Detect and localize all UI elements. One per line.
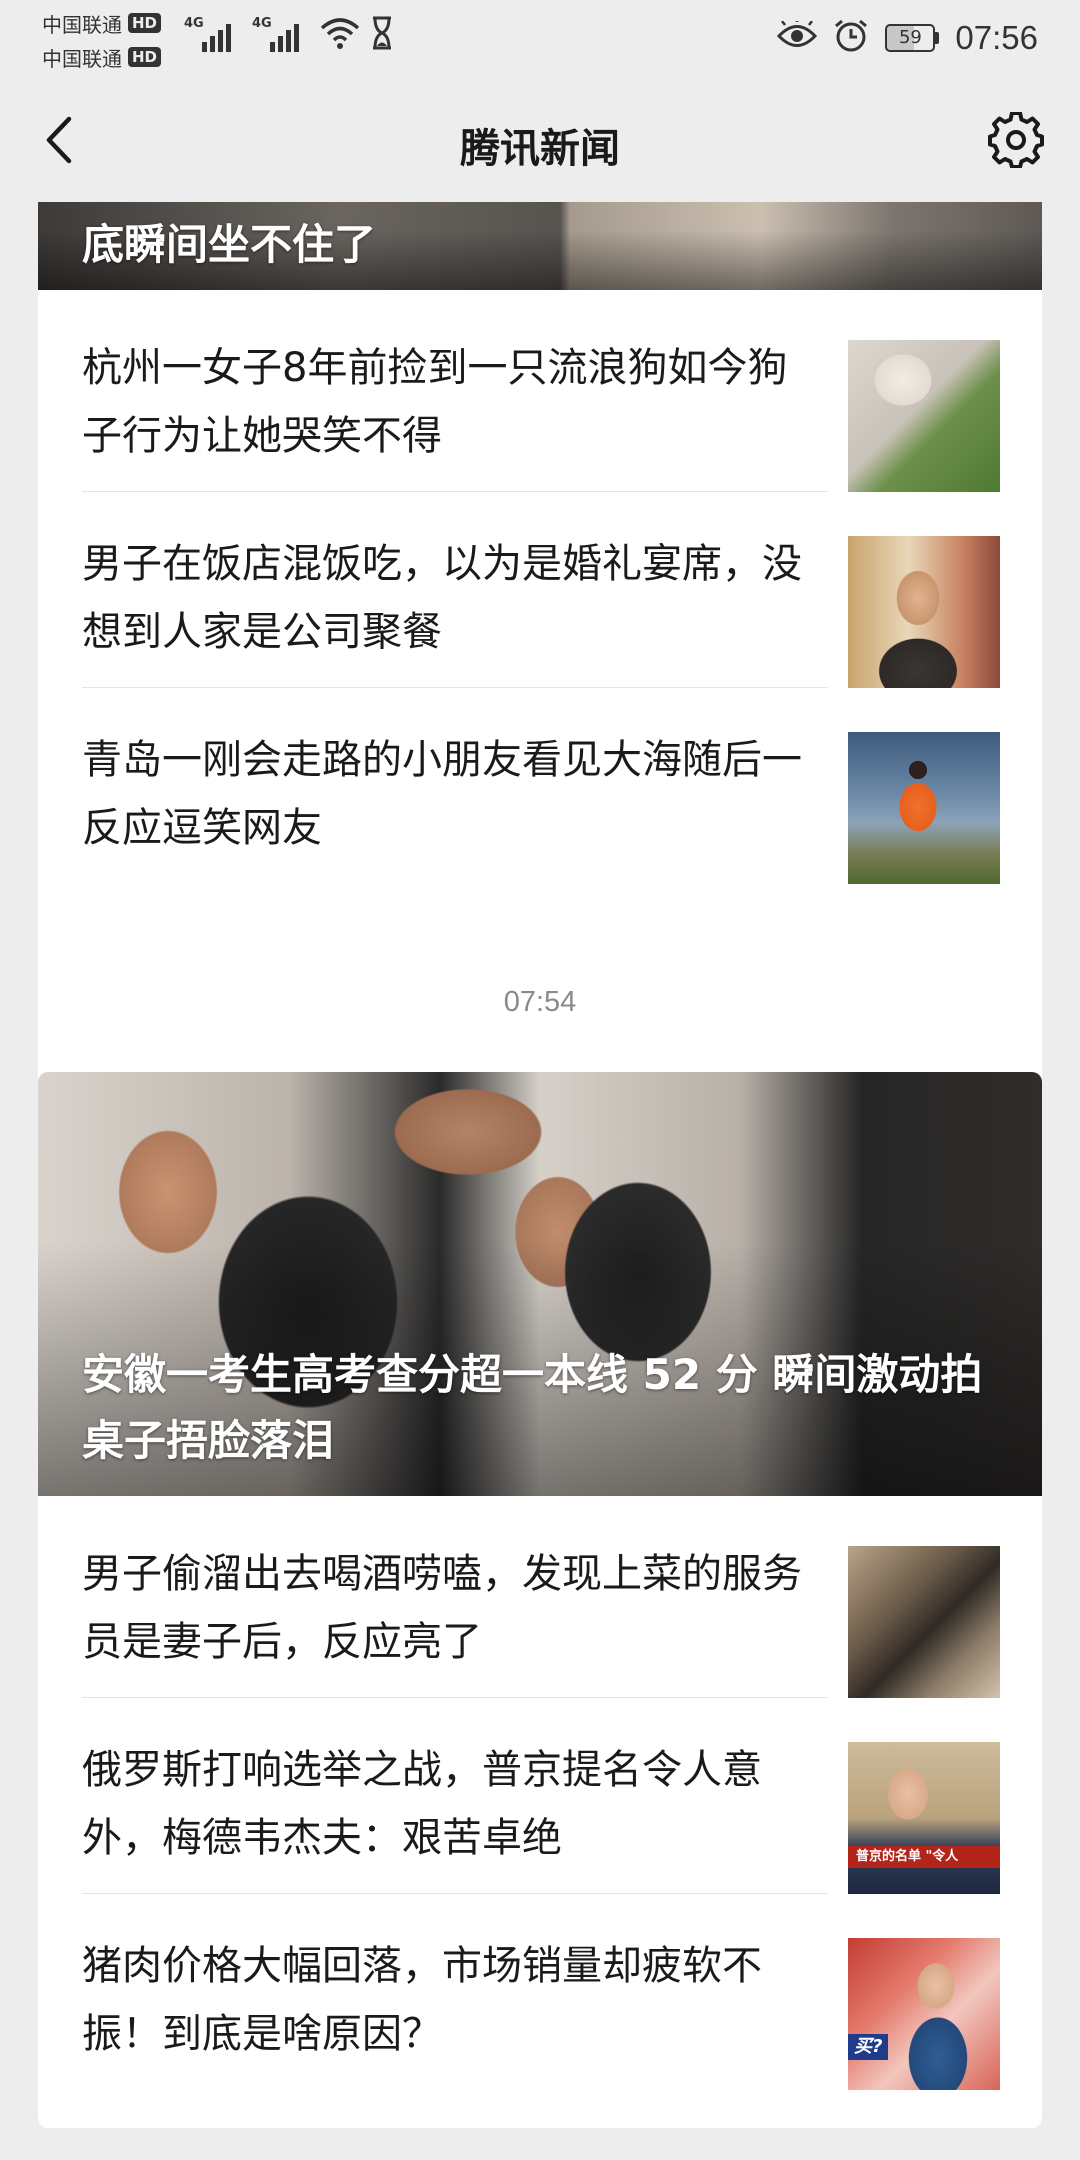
news-thumbnail — [848, 536, 1000, 688]
thumbnail-caption: 普京的名单 "令人 — [848, 1846, 1000, 1868]
news-item[interactable]: 青岛一刚会走路的小朋友看见大海随后一反应逗笑网友 — [38, 688, 1042, 884]
news-thumbnail — [848, 1546, 1000, 1698]
signal-strength-icon: 4G — [252, 14, 310, 54]
signal-icons: 4G 4G — [184, 14, 394, 54]
page-title: 腾讯新闻 — [460, 126, 620, 172]
news-thumbnail: 买? — [848, 1938, 1000, 2090]
news-thumbnail: 普京的名单 "令人 — [848, 1742, 1000, 1894]
news-item[interactable]: 男子在饭店混饭吃，以为是婚礼宴席，没想到人家是公司聚餐 — [38, 492, 1042, 688]
right-status: 59 07:56 — [777, 14, 1038, 62]
app-header: 腾讯新闻 — [0, 78, 1080, 202]
battery-icon: 59 — [885, 24, 940, 52]
news-feed[interactable]: 底瞬间坐不住了 杭州一女子8年前捡到一只流浪狗如今狗子行为让她哭笑不得 男子在饭… — [0, 202, 1080, 2160]
network-type-label: 4G — [252, 16, 272, 31]
news-item[interactable]: 猪肉价格大幅回落，市场销量却疲软不振！到底是啥原因？ 买? — [38, 1894, 1042, 2090]
hero-title: 安徽一考生高考查分超一本线 52 分 瞬间激动拍桌子捂脸落泪 — [82, 1350, 983, 1465]
carrier-name: 中国联通 — [42, 12, 122, 37]
carrier-row: 中国联通 HD — [42, 6, 162, 40]
news-page: 中国联通 HD 中国联通 HD 4G 4G 59 07:56 腾讯新闻 底瞬间坐… — [0, 0, 1080, 2160]
news-title: 杭州一女子8年前捡到一只流浪狗如今狗子行为让她哭笑不得 — [82, 345, 788, 459]
hourglass-icon — [370, 16, 394, 54]
signal-strength-icon: 4G — [184, 14, 242, 54]
hero-title: 底瞬间坐不住了 — [82, 220, 377, 269]
thumbnail-caption: 买? — [848, 2034, 889, 2060]
news-item[interactable]: 俄罗斯打响选举之战，普京提名令人意外，梅德韦杰夫：艰苦卓绝 普京的名单 "令人 — [38, 1698, 1042, 1894]
news-title: 男子偷溜出去喝酒唠嗑，发现上菜的服务员是妻子后，反应亮了 — [82, 1551, 802, 1665]
status-bar: 中国联通 HD 中国联通 HD 4G 4G 59 07:56 — [0, 0, 1080, 78]
settings-button[interactable] — [984, 108, 1048, 172]
headline-hero[interactable]: 底瞬间坐不住了 — [38, 202, 1042, 290]
news-title: 俄罗斯打响选举之战，普京提名令人意外，梅德韦杰夫：艰苦卓绝 — [82, 1747, 762, 1861]
message-timestamp: 07:54 — [503, 986, 577, 1018]
news-thumbnail — [848, 340, 1000, 492]
hd-badge: HD — [128, 13, 162, 33]
news-thumbnail — [848, 732, 1000, 884]
alarm-clock-icon — [833, 18, 869, 58]
network-type-label: 4G — [184, 16, 204, 31]
wifi-icon — [320, 16, 360, 54]
carrier-row: 中国联通 HD — [42, 40, 162, 74]
news-card: 底瞬间坐不住了 杭州一女子8年前捡到一只流浪狗如今狗子行为让她哭笑不得 男子在饭… — [38, 202, 1042, 1119]
news-title: 青岛一刚会走路的小朋友看见大海随后一反应逗笑网友 — [82, 737, 802, 851]
news-card: 安徽一考生高考查分超一本线 52 分 瞬间激动拍桌子捂脸落泪 男子偷溜出去喝酒唠… — [38, 1072, 1042, 2128]
news-title: 男子在饭店混饭吃，以为是婚礼宴席，没想到人家是公司聚餐 — [82, 541, 802, 655]
hd-badge: HD — [128, 47, 162, 67]
carrier-name: 中国联通 — [42, 46, 122, 71]
news-title: 猪肉价格大幅回落，市场销量却疲软不振！到底是啥原因？ — [82, 1943, 762, 2057]
news-item[interactable]: 杭州一女子8年前捡到一只流浪狗如今狗子行为让她哭笑不得 — [38, 296, 1042, 492]
status-clock: 07:56 — [955, 19, 1038, 56]
carrier-info: 中国联通 HD 中国联通 HD — [42, 6, 162, 74]
eye-icon — [777, 18, 818, 55]
gear-icon — [988, 112, 1044, 168]
headline-hero[interactable]: 安徽一考生高考查分超一本线 52 分 瞬间激动拍桌子捂脸落泪 — [38, 1072, 1042, 1496]
news-item[interactable]: 男子偷溜出去喝酒唠嗑，发现上菜的服务员是妻子后，反应亮了 — [38, 1502, 1042, 1698]
battery-level: 59 — [885, 24, 936, 52]
